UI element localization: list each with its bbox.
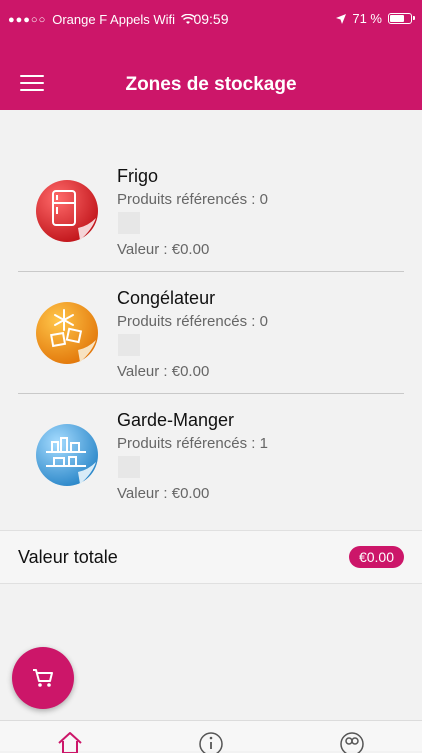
zone-thumbnail — [118, 456, 140, 478]
status-bar: ●●●○○ Orange F Appels Wifi 09:59 71 % — [0, 0, 422, 40]
zone-thumbnail — [118, 334, 140, 356]
zone-item-congelateur[interactable]: Congélateur Produits référencés : 0 Vale… — [0, 272, 422, 394]
zone-item-frigo[interactable]: Frigo Produits référencés : 0 Valeur : €… — [0, 150, 422, 272]
zone-products-count: Produits référencés : 1 — [117, 435, 268, 452]
battery-icon — [388, 13, 415, 24]
zone-name: Garde-Manger — [117, 410, 235, 430]
zone-value: Valeur : €0.00 — [117, 485, 210, 502]
zone-products-count: Produits référencés : 0 — [117, 313, 268, 330]
page-title: Zones de stockage — [125, 74, 297, 95]
status-right: 71 % — [336, 11, 415, 26]
zone-item-garde-manger[interactable]: Garde-Manger Produits référencés : 1 Val… — [0, 394, 422, 516]
pantry-icon — [34, 422, 100, 488]
freezer-icon — [34, 300, 100, 366]
fridge-icon — [34, 178, 100, 244]
battery-percent: 71 % — [352, 11, 382, 26]
zone-value: Valeur : €0.00 — [117, 241, 210, 258]
zone-value: Valeur : €0.00 — [117, 363, 210, 380]
zone-name: Congélateur — [117, 288, 216, 308]
total-value-row: Valeur totale €0.00 — [0, 530, 422, 584]
cart-button[interactable] — [12, 647, 74, 709]
location-arrow-icon — [336, 13, 347, 24]
total-value-badge: €0.00 — [348, 546, 404, 568]
zone-thumbnail — [118, 212, 140, 234]
cart-icon — [33, 669, 53, 687]
storage-zone-list: Frigo Produits référencés : 0 Valeur : €… — [0, 150, 422, 516]
zone-products-count: Produits référencés : 0 — [117, 191, 268, 208]
bottom-nav — [0, 720, 422, 753]
app-header: Zones de stockage — [0, 40, 422, 110]
total-label: Valeur totale — [18, 547, 118, 567]
zone-name: Frigo — [117, 166, 159, 186]
battery-fill — [390, 15, 404, 22]
